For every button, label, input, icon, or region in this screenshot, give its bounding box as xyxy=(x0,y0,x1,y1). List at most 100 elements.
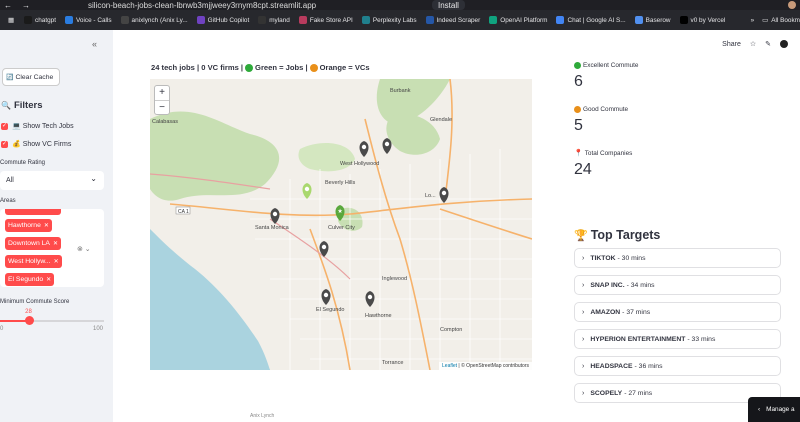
min-commute-value: 28 xyxy=(25,309,32,315)
osm-attribution: | © OpenStreetMap contributors xyxy=(458,363,529,369)
trophy-icon: 🏆 xyxy=(574,229,588,242)
map-label-west-hollywood: West Hollywood xyxy=(340,161,379,167)
bookmark-item[interactable]: Chat | Google AI S... xyxy=(556,16,626,24)
total-companies-label: 📍 Total Companies xyxy=(574,149,633,158)
bookmark-item[interactable]: Baserow xyxy=(634,16,671,24)
chevron-left-icon: ‹ xyxy=(758,406,761,413)
app-toolbar: Share ☆ ✎ xyxy=(722,40,788,48)
remove-tag-icon[interactable]: ✕ xyxy=(44,222,49,229)
leaflet-link[interactable]: Leaflet xyxy=(442,363,457,369)
chevron-right-icon: › xyxy=(582,389,585,397)
commute-rating-select[interactable]: All ⌄ xyxy=(0,171,104,190)
bookmark-favicon-icon xyxy=(196,16,205,24)
bookmark-label: v0 by Vercel xyxy=(690,16,726,24)
laptop-icon: 💻 xyxy=(12,123,21,130)
bookmark-label: myland xyxy=(269,16,290,24)
bookmark-label: Chat | Google AI S... xyxy=(567,16,626,24)
top-targets-heading: 🏆 Top Targets xyxy=(574,228,660,242)
share-button[interactable]: Share xyxy=(722,41,741,48)
bookmark-favicon-icon xyxy=(65,16,74,24)
main-content: Share ☆ ✎ 24 tech jobs | 0 VC firms | Gr… xyxy=(113,30,800,422)
zoom-control: + − xyxy=(154,85,170,115)
zoom-in-button[interactable]: + xyxy=(155,86,169,101)
map-caption-counts: 24 tech jobs | 0 VC firms | xyxy=(151,63,244,72)
bookmark-item[interactable]: v0 by Vercel xyxy=(679,16,726,24)
target-expander[interactable]: › TIKTOK - 30 mins xyxy=(574,248,781,268)
area-tag-hidden[interactable] xyxy=(5,209,61,215)
show-tech-jobs-checkbox[interactable]: ✓ 💻 Show Tech Jobs xyxy=(1,122,74,130)
map-label-santa-monica: Santa Monica xyxy=(255,225,290,231)
bookmark-item[interactable]: Indeed Scraper xyxy=(425,16,480,24)
top-targets-title: Top Targets xyxy=(590,228,661,242)
area-tag[interactable]: Downtown LA ✕ xyxy=(5,237,61,250)
address-bar[interactable]: silicon-beach-jobs-clean-lbnwb3mjjweey3r… xyxy=(88,1,316,10)
clear-cache-button[interactable]: 🔄 Clear Cache xyxy=(2,68,60,86)
bottom-user-label: Anix Lynch xyxy=(250,413,275,419)
edit-icon[interactable]: ✎ xyxy=(765,40,771,48)
github-icon[interactable] xyxy=(780,40,788,48)
total-companies-text: Total Companies xyxy=(584,149,633,157)
bookmark-label: Fake Store API xyxy=(309,16,353,24)
area-tag[interactable]: El Segundo ✕ xyxy=(5,273,55,286)
target-commute-time: - 33 mins xyxy=(687,335,716,343)
bookmark-item[interactable]: GitHub Copilot xyxy=(196,16,249,24)
green-circle-icon xyxy=(245,63,254,72)
target-expander[interactable]: › HEADSPACE - 36 mins xyxy=(574,356,781,376)
map-label-hawthorne: Hawthorne xyxy=(365,313,392,319)
collapse-sidebar-icon[interactable]: « xyxy=(92,39,97,49)
target-expander[interactable]: › HYPERION ENTERTAINMENT - 33 mins xyxy=(574,329,781,349)
bookmark-item[interactable]: Perplexity Labs xyxy=(361,16,417,24)
browser-title-bar: ← → silicon-beach-jobs-clean-lbnwb3mjjwe… xyxy=(0,0,800,10)
map-caption-orange: Orange = VCs xyxy=(319,63,370,72)
areas-label: Areas xyxy=(0,198,16,204)
forward-icon[interactable]: → xyxy=(22,1,30,10)
bookmark-item[interactable]: chatgpt xyxy=(24,16,56,24)
filters-title: Filters xyxy=(13,100,43,111)
bookmark-item[interactable]: anixlynch (Anix Ly... xyxy=(120,16,188,24)
min-commute-slider[interactable] xyxy=(0,320,104,322)
target-expander[interactable]: › SNAP INC. - 34 mins xyxy=(574,275,781,295)
back-icon[interactable]: ← xyxy=(4,1,12,10)
area-tag[interactable]: West Hollyw... ✕ xyxy=(5,255,62,268)
all-bookmarks-button[interactable]: » ▭ All Bookm xyxy=(740,10,800,30)
manage-app-button[interactable]: ‹ Manage a xyxy=(748,397,800,422)
remove-tag-icon[interactable]: ✕ xyxy=(54,258,59,265)
map-tiles: CA 1 Burbank Calabasas Glendale West Hol… xyxy=(150,79,532,370)
bookmark-label: chatgpt xyxy=(35,16,57,24)
excellent-commute-text: Excellent Commute xyxy=(583,62,639,69)
good-commute-label: Good Commute xyxy=(574,106,628,113)
target-commute-time: - 36 mins xyxy=(634,362,663,370)
bookmark-item[interactable]: myland xyxy=(258,16,290,24)
slider-max-label: 100 xyxy=(93,326,104,332)
bookmarks-bar: ▦ chatgpt Voice - Calls anixlynch (Anix Ly… xyxy=(0,10,800,30)
star-icon[interactable]: ☆ xyxy=(750,40,756,48)
area-tag-label: West Hollyw... xyxy=(8,258,51,265)
bookmark-favicon-icon xyxy=(120,16,129,24)
install-button[interactable]: Install xyxy=(432,0,465,10)
bookmark-item[interactable]: Voice - Calls xyxy=(65,16,112,24)
remove-tag-icon[interactable]: ✕ xyxy=(46,276,51,283)
clear-areas-icon[interactable]: ⊗ ⌄ xyxy=(77,245,91,253)
company-map[interactable]: CA 1 Burbank Calabasas Glendale West Hol… xyxy=(150,79,532,370)
show-vc-firms-checkbox[interactable]: ✓ 💰 Show VC Firms xyxy=(1,140,71,148)
apps-icon[interactable]: ▦ xyxy=(8,16,14,24)
areas-multiselect[interactable]: ⊗ ⌄ Hawthorne ✕ Downtown LA ✕ West Hollyw...… xyxy=(0,209,104,287)
svg-text:★: ★ xyxy=(337,208,342,215)
show-tech-jobs-label: Show Tech Jobs xyxy=(22,122,74,130)
bookmark-item[interactable]: OpenAI Platform xyxy=(489,16,547,24)
profile-avatar[interactable] xyxy=(788,1,796,9)
pin-icon: 📍 xyxy=(574,150,583,157)
remove-tag-icon[interactable]: ✕ xyxy=(53,240,58,247)
bookmark-item[interactable]: Fake Store API xyxy=(298,16,353,24)
bookmark-favicon-icon xyxy=(634,16,643,24)
target-expander[interactable]: › AMAZON - 37 mins xyxy=(574,302,781,322)
orange-circle-icon xyxy=(309,63,318,72)
map-caption: 24 tech jobs | 0 VC firms | Green = Jobs… xyxy=(151,63,370,72)
map-label-torrance: Torrance xyxy=(382,360,403,366)
manage-app-label: Manage a xyxy=(766,406,795,413)
zoom-out-button[interactable]: − xyxy=(155,101,169,116)
area-tag[interactable]: Hawthorne ✕ xyxy=(5,219,52,232)
slider-thumb[interactable] xyxy=(25,316,35,325)
folder-icon: ▭ xyxy=(762,17,769,24)
map-caption-green: Green = Jobs | xyxy=(255,63,308,72)
